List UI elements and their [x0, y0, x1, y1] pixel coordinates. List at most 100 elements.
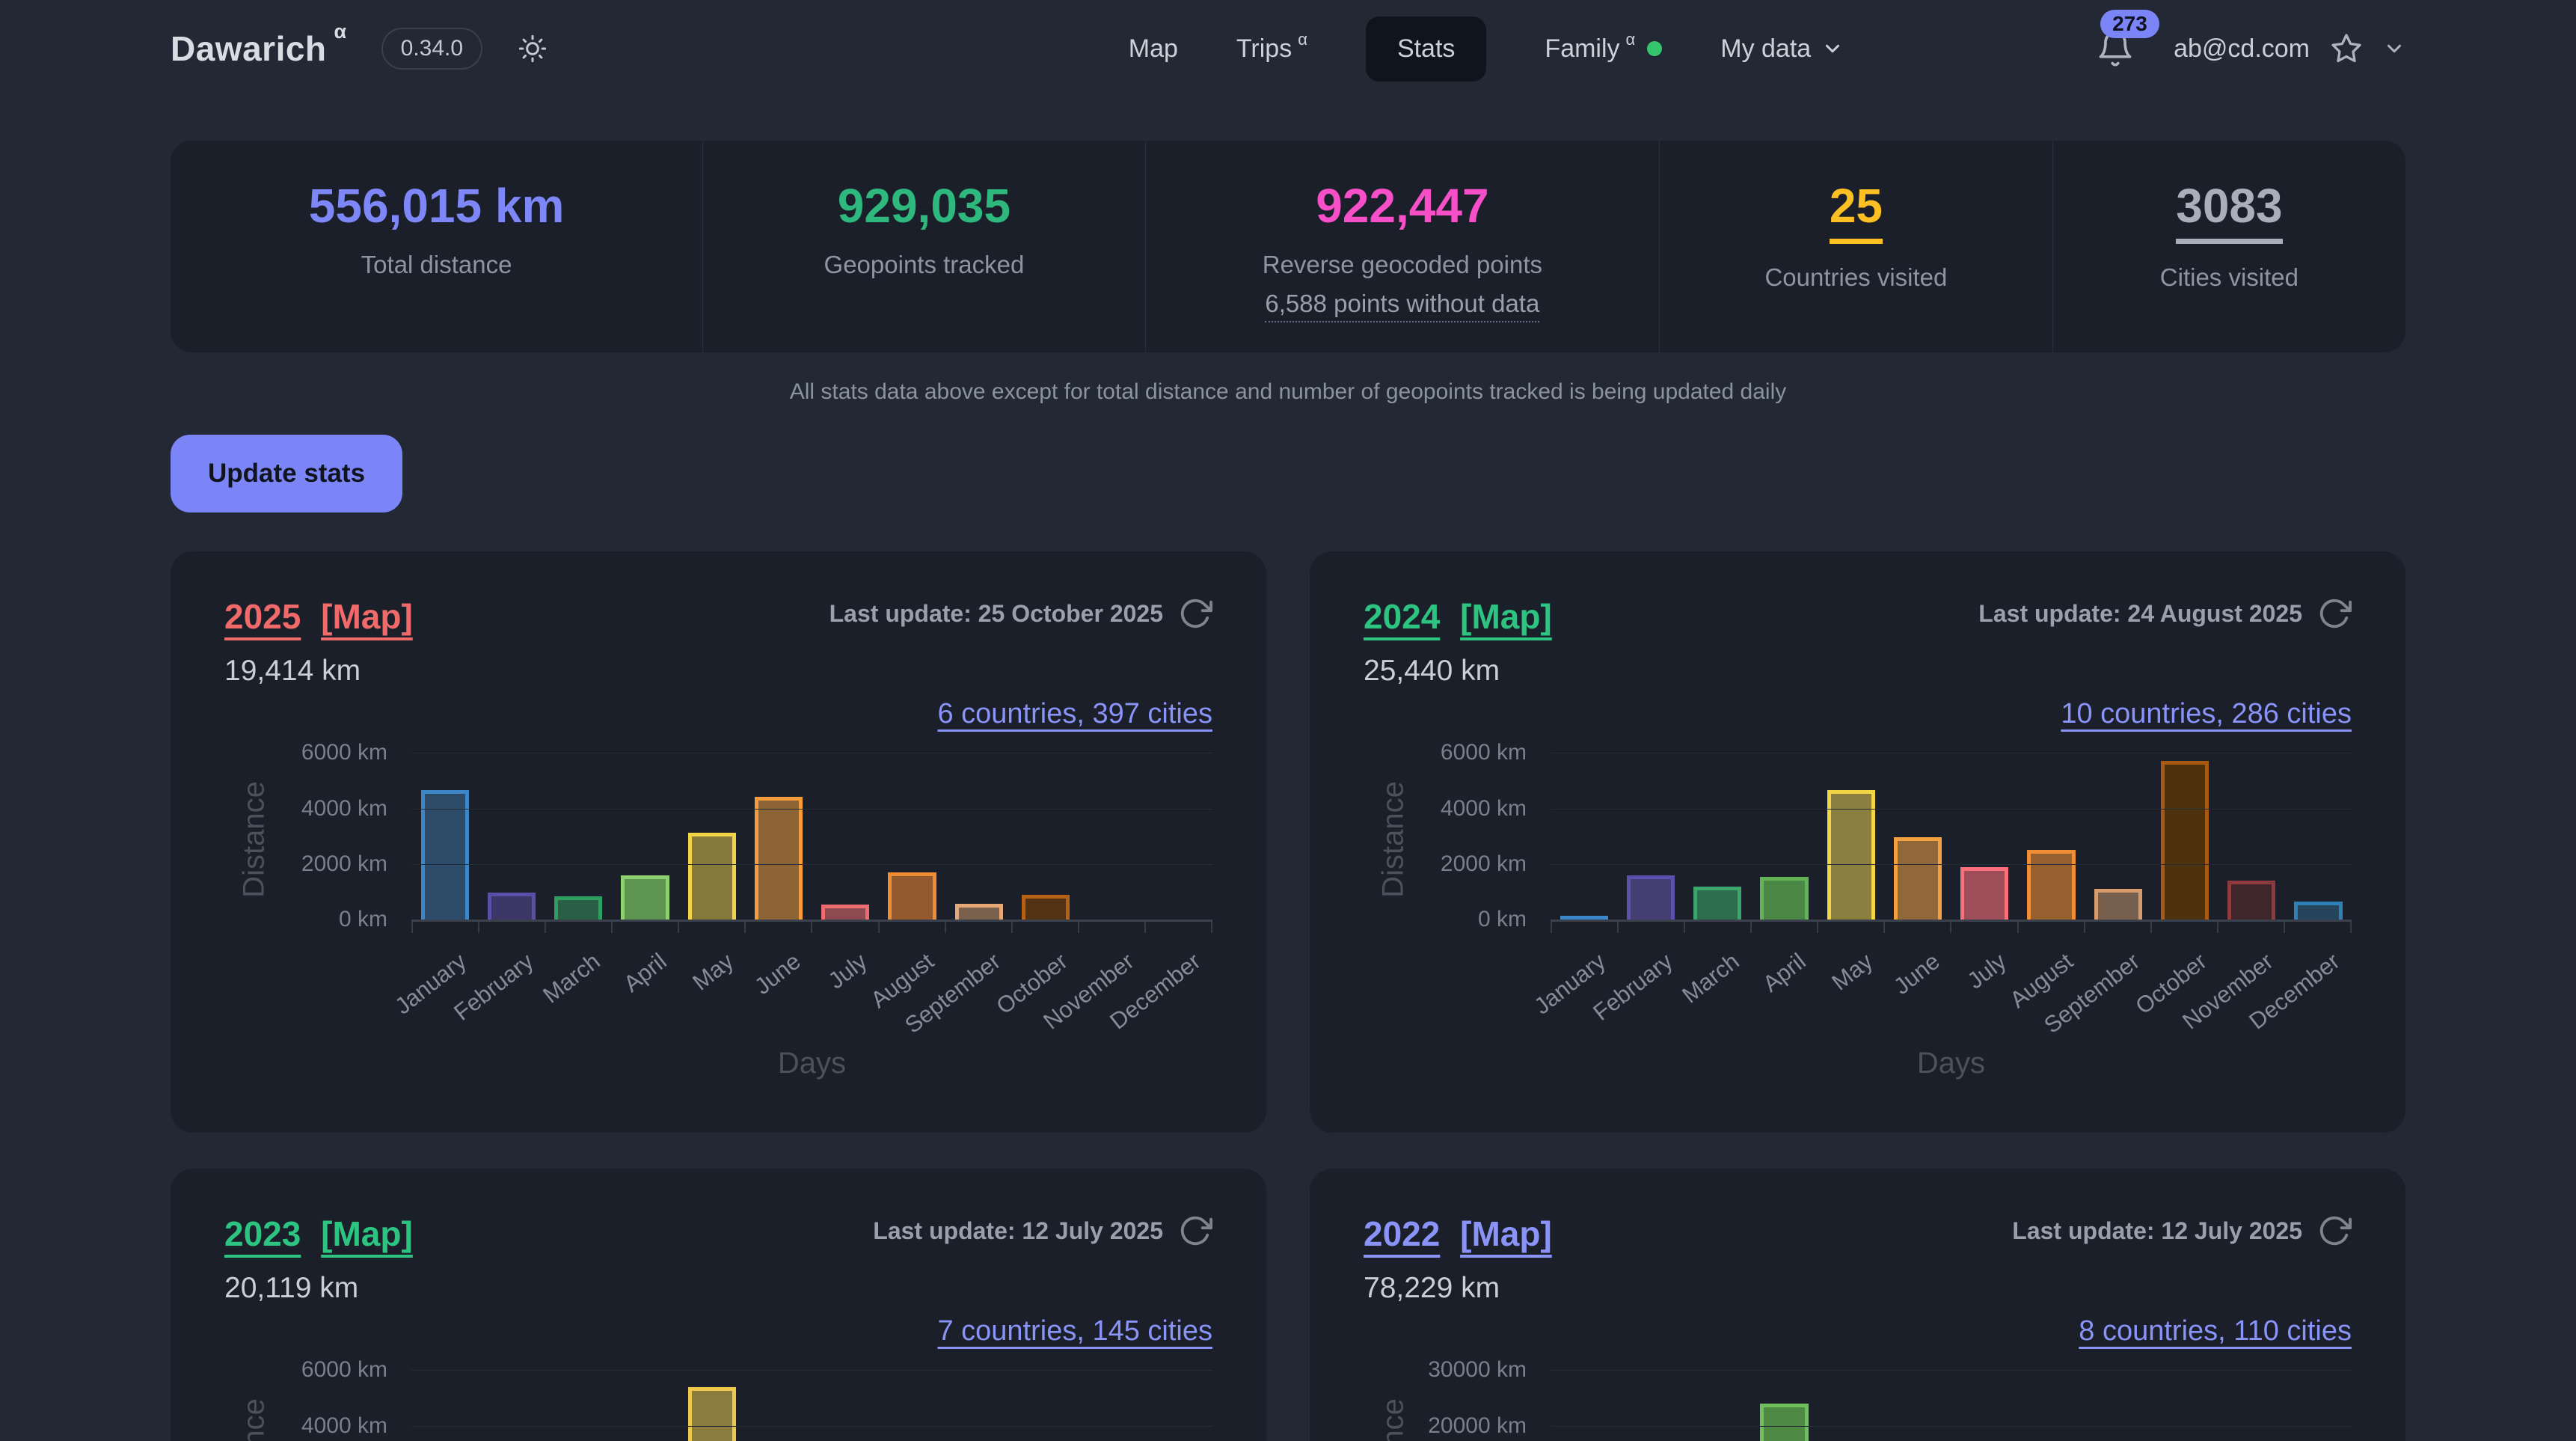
nav-item-trips[interactable]: Tripsα [1236, 34, 1307, 64]
points-without-data-link[interactable]: 6,588 points without data [1265, 290, 1539, 322]
bar-april[interactable] [1760, 1404, 1808, 1441]
app-logo[interactable]: Dawarichα [171, 28, 347, 69]
last-update-text: Last update: 24 August 2025 [1978, 600, 2302, 628]
bar-october[interactable] [1022, 895, 1070, 920]
nav-menu: Map Tripsα Stats Familyα My data [1129, 16, 1844, 82]
online-status-dot [1647, 41, 1662, 56]
bar-july[interactable] [1960, 867, 2008, 920]
year-links: 2023 [Map] [224, 1214, 413, 1254]
y-tick-label: 6000 km [301, 1357, 387, 1383]
refresh-icon[interactable] [2317, 1214, 2352, 1248]
y-tick-label: 0 km [1478, 907, 1527, 932]
year-link[interactable]: 2022 [1364, 1214, 1440, 1253]
year-map-link[interactable]: [Map] [321, 1214, 413, 1253]
theme-toggle-button[interactable] [517, 33, 548, 64]
bar-august[interactable] [888, 872, 936, 920]
countries-cities-link[interactable]: 8 countries, 110 cities [2079, 1315, 2352, 1347]
bar-november[interactable] [2227, 881, 2275, 920]
bar-january[interactable] [1560, 916, 1608, 920]
notifications-button[interactable]: 273 [2096, 29, 2135, 68]
distance-bar-chart: Distance 0 km2000 km4000 km6000 km Janua… [224, 753, 1212, 1080]
nav-item-label: Stats [1397, 34, 1455, 64]
user-menu-chevron-icon[interactable] [2383, 37, 2405, 60]
bar-march[interactable] [554, 896, 602, 920]
last-update-meta: Last update: 12 July 2025 [873, 1214, 1212, 1248]
countries-cities-link[interactable]: 6 countries, 397 cities [937, 698, 1212, 729]
year-card-2024: 2024 [Map] Last update: 24 August 2025 2… [1310, 551, 2405, 1133]
bar-may[interactable] [1827, 790, 1875, 920]
x-tick-label: May [1827, 948, 1877, 996]
countries-cities-link[interactable]: 10 countries, 286 cities [2061, 698, 2352, 729]
countries-cities-link[interactable]: 7 countries, 145 cities [937, 1315, 1212, 1347]
year-map-link[interactable]: [Map] [1460, 1214, 1552, 1253]
chart-y-ticks: 0 km10000 km20000 km30000 km [1364, 1370, 1527, 1441]
last-update-text: Last update: 12 July 2025 [873, 1217, 1163, 1245]
nav-item-family[interactable]: Familyα [1545, 34, 1662, 64]
bar-april[interactable] [1760, 877, 1808, 920]
chart-bars [1551, 1370, 2352, 1441]
bar-february[interactable] [1627, 875, 1675, 920]
year-map-link[interactable]: [Map] [1460, 597, 1552, 636]
star-icon[interactable] [2329, 31, 2364, 66]
chart-plot-area: 0 km2000 km4000 km6000 km [1551, 753, 2352, 922]
stat-value: 556,015 km [309, 181, 565, 231]
x-tick-label: June [749, 948, 806, 1000]
bar-july[interactable] [821, 905, 869, 920]
year-card-2023: 2023 [Map] Last update: 12 July 2025 20,… [171, 1169, 1266, 1441]
stat-label: Total distance [185, 251, 687, 279]
bar-may[interactable] [688, 833, 736, 920]
chart-bars [411, 1370, 1212, 1441]
chart-x-ticks: JanuaryFebruaryMarchAprilMayJuneJulyAugu… [411, 933, 1212, 1044]
nav-item-stats[interactable]: Stats [1366, 16, 1486, 82]
card-header: 2025 [Map] Last update: 25 October 2025 [224, 596, 1212, 637]
page: Dawarichα 0.34.0 Map Tripsα Stats Family [0, 0, 2576, 1441]
stats-summary: 556,015 km Total distance 929,035 Geopoi… [171, 141, 2405, 352]
year-links: 2022 [Map] [1364, 1214, 1552, 1254]
bar-april[interactable] [621, 875, 669, 920]
chart-plot-area: 0 km2000 km4000 km6000 km [411, 753, 1212, 922]
alpha-superscript: α [1626, 30, 1636, 49]
y-tick-label: 20000 km [1428, 1413, 1527, 1439]
bar-october[interactable] [2161, 761, 2209, 920]
bar-june[interactable] [1894, 837, 1942, 920]
stat-countries-visited: 25 Countries visited [1659, 141, 2052, 352]
stat-cities-visited: 3083 Cities visited [2052, 141, 2405, 352]
nav-item-label: Trips [1236, 34, 1292, 64]
year-map-link[interactable]: [Map] [321, 597, 413, 636]
nav-item-my-data[interactable]: My data [1720, 34, 1844, 64]
refresh-icon[interactable] [2317, 596, 2352, 631]
bar-june[interactable] [755, 797, 803, 920]
x-tick-label: March [538, 948, 605, 1009]
stat-total-distance: 556,015 km Total distance [171, 141, 702, 352]
bar-september[interactable] [955, 904, 1003, 920]
notifications-count-badge: 273 [2100, 10, 2159, 38]
points-without-data: 6,588 points without data [1161, 290, 1644, 318]
chart-x-tickmarks [1551, 922, 2352, 933]
chart-bars [1551, 753, 2352, 920]
bar-august[interactable] [2027, 850, 2075, 920]
refresh-icon[interactable] [1178, 1214, 1212, 1248]
bar-january[interactable] [421, 790, 469, 920]
stat-label: Countries visited [1675, 263, 2037, 292]
nav-item-map[interactable]: Map [1129, 34, 1178, 64]
year-link[interactable]: 2024 [1364, 597, 1440, 636]
year-card-2025: 2025 [Map] Last update: 25 October 2025 … [171, 551, 1266, 1133]
chart-x-axis-title: Days [411, 1047, 1212, 1080]
stats-update-note: All stats data above except for total di… [171, 379, 2405, 405]
year-link[interactable]: 2025 [224, 597, 301, 636]
stat-value: 922,447 [1316, 181, 1488, 231]
x-tick-label: July [1963, 948, 2012, 994]
bar-may[interactable] [688, 1387, 736, 1441]
refresh-icon[interactable] [1178, 596, 1212, 631]
year-distance: 25,440 km [1364, 655, 2352, 688]
chart-plot-area: 0 km2000 km4000 km6000 km [411, 1370, 1212, 1441]
bar-march[interactable] [1693, 887, 1741, 920]
bar-december[interactable] [2294, 902, 2342, 920]
user-email: ab@cd.com [2174, 34, 2310, 64]
stat-label: Geopoints tracked [718, 251, 1130, 279]
year-link[interactable]: 2023 [224, 1214, 301, 1253]
update-stats-button[interactable]: Update stats [171, 435, 402, 513]
bar-february[interactable] [488, 893, 536, 920]
bar-september[interactable] [2094, 889, 2142, 920]
distance-bar-chart: Distance 0 km2000 km4000 km6000 km Janua… [1364, 753, 2352, 1080]
